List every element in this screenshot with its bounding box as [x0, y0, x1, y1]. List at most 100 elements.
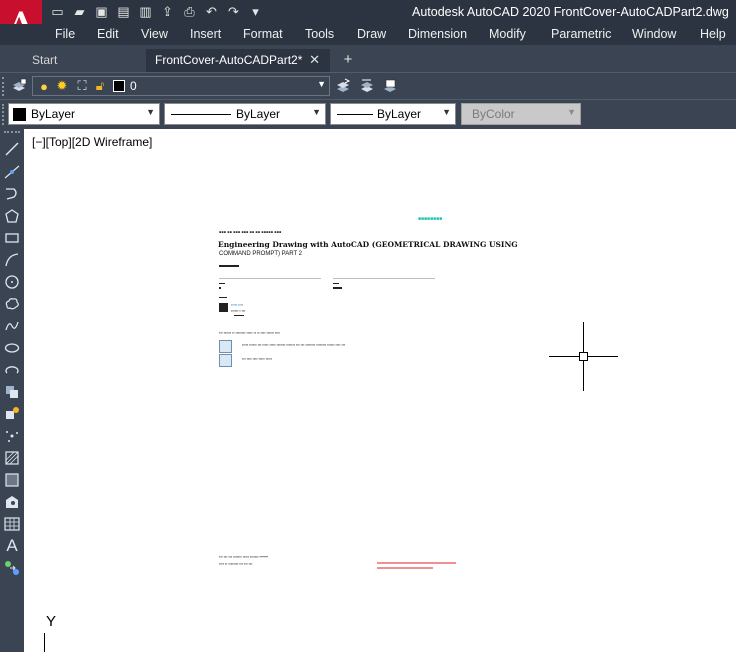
multiline-text-tool-icon[interactable]: A — [2, 536, 22, 556]
new-tab-button[interactable]: + — [337, 51, 359, 69]
ucs-y-label: Y — [46, 613, 57, 630]
menu-modify[interactable]: Modify — [489, 27, 526, 41]
make-block-tool-icon[interactable] — [2, 404, 22, 424]
match-layer-icon[interactable] — [358, 77, 376, 95]
color-dropdown[interactable]: ByLayer ▼ — [8, 103, 160, 125]
menu-edit[interactable]: Edit — [97, 27, 119, 41]
menu-help[interactable]: Help — [700, 27, 726, 41]
arc-tool-icon[interactable] — [2, 250, 22, 270]
menu-draw[interactable]: Draw — [357, 27, 386, 41]
make-current-layer-icon[interactable] — [334, 77, 352, 95]
tab-start[interactable]: Start — [0, 49, 146, 72]
layer-previous-icon[interactable] — [381, 77, 399, 95]
ellipse-arc-tool-icon[interactable] — [2, 360, 22, 380]
add-selected-tool-icon[interactable] — [2, 558, 22, 578]
spline-tool-icon[interactable] — [2, 316, 22, 336]
drawing-area[interactable]: [−][Top][2D Wireframe] ■■■■■■■■ ▪▪▪ ▪▪ ▪… — [24, 129, 736, 652]
circle-tool-icon[interactable] — [2, 272, 22, 292]
saveas-icon[interactable]: ▤ — [114, 3, 133, 21]
table-tool-icon[interactable] — [2, 514, 22, 534]
layer-properties-icon[interactable] — [10, 77, 28, 95]
line-tool-icon[interactable] — [2, 139, 22, 159]
document-link: ▪▪▪▪▪ ▪▪▪▪ — [231, 303, 244, 307]
viewport-controls[interactable]: [−][Top][2D Wireframe] — [32, 135, 152, 149]
menu-format[interactable]: Format — [243, 27, 283, 41]
document-block — [234, 315, 244, 316]
document-text: ▪▪▪ ▪▪▪▪ ▪▪▪▪ ▪▪▪▪▪ ▪▪▪▪▪ — [242, 357, 272, 361]
plotstyle-dropdown: ByColor ▼ — [461, 103, 581, 125]
tab-drawing[interactable]: FrontCover-AutoCADPart2* ✕ — [146, 49, 330, 72]
new-icon[interactable]: ▭ — [48, 3, 67, 21]
bulb-icon[interactable]: ● — [35, 77, 53, 95]
document-block — [219, 283, 225, 284]
document-block — [219, 297, 227, 298]
menu-insert[interactable]: Insert — [190, 27, 221, 41]
region-tool-icon[interactable] — [2, 492, 22, 512]
publish-icon[interactable]: ⇪ — [158, 3, 177, 21]
properties-toolbar: ByLayer ▼ ByLayer ▼ ByLayer ▼ ByColor ▼ — [0, 99, 736, 129]
gradient-tool-icon[interactable] — [2, 470, 22, 490]
document-rule — [333, 278, 435, 279]
hatch-tool-icon[interactable] — [2, 448, 22, 468]
file-tab-bar: Start FrontCover-AutoCADPart2* ✕ + — [0, 45, 736, 72]
insert-block-tool-icon[interactable] — [2, 382, 22, 402]
freeze-viewport-icon[interactable]: ⛶ — [73, 77, 91, 95]
menu-parametric[interactable]: Parametric — [551, 27, 611, 41]
plot-preview-icon[interactable]: ▥ — [136, 3, 155, 21]
layers-toolbar: ● ✹ ⛶ 🔓︎ 0 ▼ — [0, 72, 736, 99]
menu-tools[interactable]: Tools — [305, 27, 334, 41]
menu-file[interactable]: File — [55, 27, 75, 41]
rectangle-tool-icon[interactable] — [2, 228, 22, 248]
menu-dimension[interactable]: Dimension — [408, 27, 467, 41]
ellipse-tool-icon[interactable] — [2, 338, 22, 358]
toolbar-grip[interactable] — [4, 131, 20, 137]
document-meta-line: ▪▪▪ ▪▪ ▪▪▪ ▪▪▪ ▪▪ ▪▪ ▪▪▪▪▪ ▪▪▪ — [219, 230, 282, 234]
close-icon[interactable]: ✕ — [309, 52, 320, 68]
document-thumbnail — [219, 340, 232, 353]
construction-line-tool-icon[interactable] — [2, 162, 22, 182]
print-icon[interactable]: ⎙ — [180, 3, 199, 21]
ucs-icon — [44, 633, 45, 652]
lineweight-dropdown[interactable]: ByLayer ▼ — [330, 103, 456, 125]
customize-icon[interactable]: ▾ — [246, 3, 265, 21]
polyline-tool-icon[interactable] — [2, 184, 22, 204]
window-title: Autodesk AutoCAD 2020 FrontCover-AutoCAD… — [412, 5, 729, 19]
linetype-value: ByLayer — [236, 107, 281, 121]
document-badge: ■■■■■■■■ — [418, 216, 443, 222]
polygon-tool-icon[interactable] — [2, 206, 22, 226]
chevron-down-icon: ▼ — [146, 107, 155, 117]
title-bar: ▭ ▰ ▣ ▤ ▥ ⇪ ⎙ ↶ ↷ ▾ Autodesk AutoCAD 2020 FrontCo… — [0, 0, 736, 24]
redo-icon[interactable]: ↷ — [224, 3, 243, 21]
layer-color-swatch — [113, 80, 125, 92]
toolbar-grip[interactable] — [2, 104, 6, 125]
layer-name: 0 — [130, 79, 137, 93]
pickbox-cursor — [579, 352, 588, 361]
sun-icon[interactable]: ✹ — [53, 77, 71, 95]
toolbar-grip[interactable] — [2, 77, 6, 96]
plotstyle-value: ByColor — [472, 107, 515, 121]
chevron-down-icon: ▼ — [567, 107, 576, 117]
point-tool-icon[interactable] — [2, 426, 22, 446]
document-block — [219, 287, 221, 289]
save-icon[interactable]: ▣ — [92, 3, 111, 21]
color-swatch — [13, 108, 26, 121]
lock-icon[interactable]: 🔓︎ — [91, 77, 109, 95]
tab-start-label: Start — [32, 53, 58, 67]
draw-toolbar: A — [0, 129, 24, 652]
document-title: Engineering Drawing with AutoCAD (GEOMET… — [218, 240, 518, 249]
document-highlight — [377, 567, 433, 569]
lineweight-preview — [337, 114, 373, 115]
menu-window[interactable]: Window — [632, 27, 676, 41]
menu-view[interactable]: View — [141, 27, 168, 41]
open-icon[interactable]: ▰ — [70, 3, 89, 21]
document-footer-text: ▪▪▪▪ ▪▪ ▪▪▪▪▪▪▪▪ ▪▪▪ ▪▪▪ ▪▪▪ — [219, 562, 253, 566]
layer-dropdown[interactable]: ● ✹ ⛶ 🔓︎ 0 ▼ — [32, 76, 330, 96]
menu-bar: File Edit View Insert Format Tools Draw … — [0, 24, 736, 45]
document-text: ▪▪▪▪▪▪ ▪ ▪▪▪ — [231, 309, 246, 313]
linetype-dropdown[interactable]: ByLayer ▼ — [164, 103, 326, 125]
chevron-down-icon: ▼ — [442, 107, 451, 117]
revision-cloud-tool-icon[interactable] — [2, 294, 22, 314]
tab-drawing-label: FrontCover-AutoCADPart2* — [155, 53, 303, 67]
chevron-down-icon: ▼ — [317, 79, 326, 89]
undo-icon[interactable]: ↶ — [202, 3, 221, 21]
